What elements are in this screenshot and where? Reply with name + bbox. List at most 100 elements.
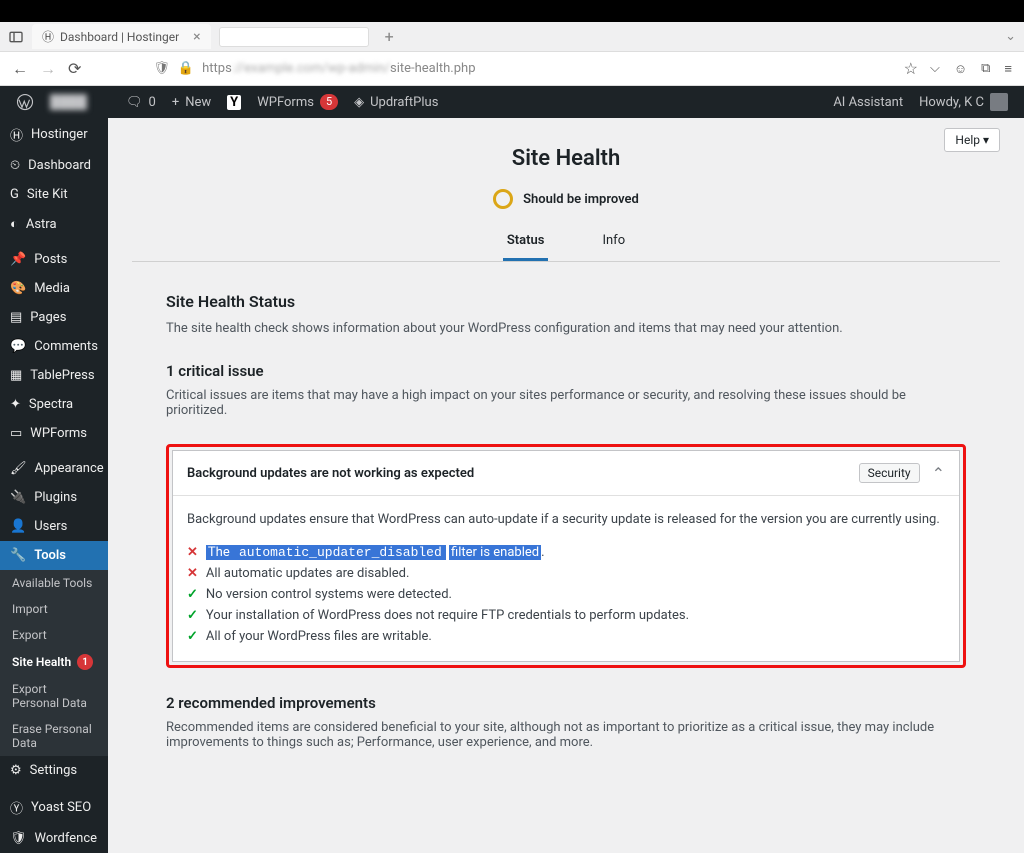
sidebar-item-settings[interactable]: ⚙Settings (0, 756, 108, 785)
hostinger-icon: Ⓗ (10, 125, 23, 144)
card-intro: Background updates ensure that WordPress… (187, 510, 945, 530)
page-title: Site Health (132, 146, 1000, 171)
pocket-icon[interactable]: ⌵ (930, 61, 940, 77)
comments-item[interactable]: 🗨 0 (118, 86, 164, 118)
tab-favicon: Ⓗ (42, 28, 54, 45)
ai-assistant-item[interactable]: AI Assistant (825, 95, 911, 110)
check-text: All of your WordPress files are writable… (206, 629, 432, 644)
sidebar-item-appearance[interactable]: 🖌Appearance (0, 454, 108, 483)
sidebar-item-label: Users (34, 519, 67, 534)
check-item: ✕The automatic_updater_disabled filter i… (187, 542, 945, 563)
sidebar-item-spectra[interactable]: ✦Spectra (0, 390, 108, 419)
check-item: ✓ Your installation of WordPress does not… (187, 605, 945, 626)
critical-card: Background updates are not working as ex… (172, 450, 960, 662)
bookmark-star-icon[interactable]: ☆ (904, 59, 918, 78)
new-item[interactable]: + New (164, 86, 219, 118)
sidebar-item-label: Wordfence (35, 831, 98, 846)
site-name[interactable]: ████ (42, 86, 118, 118)
tab-info[interactable]: Info (598, 223, 629, 261)
sidebar-item-dashboard[interactable]: ⏲Dashboard (0, 151, 108, 180)
check-item: ✓No version control systems were detecte… (187, 584, 945, 605)
wp-admin-bar: ████ 🗨 0 + New Y WPForms 5 ◈ UpdraftPlus… (0, 86, 1024, 118)
plug-icon: 🔌 (10, 490, 26, 505)
submenu-site-health[interactable]: Site Health 1 (0, 648, 108, 676)
check-list: ✕The automatic_updater_disabled filter i… (187, 542, 945, 647)
sidebar-item-wpforms[interactable]: ▭ WPForms (0, 419, 108, 448)
check-text: Your installation of WordPress does not … (206, 608, 689, 623)
submenu-available-tools[interactable]: Available Tools (0, 570, 108, 596)
submenu-erase-personal-data[interactable]: Erase Personal Data (0, 716, 108, 756)
howdy-item[interactable]: Howdy, K C (911, 93, 1016, 111)
check-item: ✓All of your WordPress files are writabl… (187, 626, 945, 647)
avatar (990, 93, 1008, 111)
check-icon: ✓ (187, 587, 198, 602)
sidebar-item-yoast-seo[interactable]: ⓎYoast SEO (0, 791, 108, 824)
sidebar-item-label: Posts (34, 252, 67, 267)
forms-icon: ▭ (10, 426, 22, 441)
sidebar-item-hostinger[interactable]: Ⓗ Hostinger (0, 118, 108, 151)
os-titlebar (0, 0, 1024, 22)
status-desc: The site health check shows information … (166, 321, 966, 336)
dashboard-icon: ⏲ (10, 158, 20, 173)
sidebar-item-label: Plugins (34, 490, 77, 505)
lock-icon: 🔒 (178, 61, 194, 76)
critical-heading: 1 critical issue (166, 362, 966, 380)
pin-icon: 📌 (10, 252, 26, 267)
back-button[interactable]: ← (12, 59, 28, 79)
submenu-export-personal-data[interactable]: Export Personal Data (0, 676, 108, 716)
chevron-up-icon: ⌃ (932, 464, 945, 483)
account-icon[interactable]: ☺ (954, 61, 967, 77)
status-indicator: Should be improved (132, 189, 1000, 209)
extensions-icon[interactable]: ⧉ (981, 61, 990, 77)
sidebar-item-tablepress[interactable]: ▦TablePress (0, 361, 108, 390)
sidebar-item-tools[interactable]: 🔧Tools (0, 541, 108, 570)
forward-button[interactable]: → (40, 59, 56, 79)
reload-button[interactable]: ⟳ (68, 59, 81, 78)
table-icon: ▦ (10, 368, 22, 383)
url-field[interactable]: 🛡 🔒 https://example.com/wp-admin/site-he… (153, 61, 891, 76)
help-tab[interactable]: Help ▾ (944, 128, 1000, 152)
sidebar-item-label: Hostinger (31, 127, 88, 142)
tab-close-icon[interactable]: × (193, 29, 200, 45)
comments-icon: 💬 (10, 339, 26, 354)
sidebar-item-label: Comments (34, 339, 98, 354)
g-icon: G (10, 187, 19, 202)
new-tab-button[interactable]: + (385, 27, 394, 46)
sidebar-item-label: Pages (30, 310, 66, 325)
card-title: Background updates are not working as ex… (187, 466, 859, 481)
sidebar-item-site-kit[interactable]: GSite Kit (0, 180, 108, 209)
sidebar-item-users[interactable]: 👤 Users (0, 512, 108, 541)
sidebar-item-label: Media (34, 281, 70, 296)
yoast-icon: Ⓨ (10, 798, 23, 817)
tab-title: Dashboard | Hostinger (60, 30, 179, 44)
sidebar-item-wordfence[interactable]: 🛡Wordfence (0, 824, 108, 853)
card-header[interactable]: Background updates are not working as ex… (173, 451, 959, 496)
users-icon: 👤 (10, 519, 26, 534)
submenu-import[interactable]: Import (0, 596, 108, 622)
sidebar-item-label: Astra (26, 217, 57, 232)
status-text: Should be improved (523, 192, 639, 207)
browser-tab-active[interactable]: Ⓗ Dashboard | Hostinger × (32, 24, 211, 49)
wpforms-item[interactable]: WPForms 5 (249, 86, 346, 118)
badge: 1 (77, 654, 93, 670)
blank-tab[interactable] (219, 27, 369, 47)
sidebar-item-comments[interactable]: 💬 Comments (0, 332, 108, 361)
wp-logo[interactable] (8, 86, 42, 118)
sidebar-item-plugins[interactable]: 🔌 Plugins (0, 483, 108, 512)
url-text: https://example.com/wp-admin/site-health… (202, 61, 475, 76)
updraft-item[interactable]: ◈ UpdraftPlus (346, 86, 446, 118)
sidebar-item-media[interactable]: 🎨Media (0, 274, 108, 303)
check-icon: ✓ (187, 608, 198, 623)
tab-status[interactable]: Status (503, 223, 549, 261)
sidebar-toggle-icon[interactable] (8, 29, 24, 45)
critical-desc: Critical issues are items that may have … (166, 388, 966, 418)
sidebar-item-posts[interactable]: 📌 Posts (0, 245, 108, 274)
submenu-export[interactable]: Export (0, 622, 108, 648)
tabs-overflow-icon[interactable]: ⌄ (1005, 29, 1016, 44)
sidebar-item-label: WPForms (30, 426, 87, 441)
sidebar-item-pages[interactable]: ▤Pages (0, 303, 108, 332)
yoast-item[interactable]: Y (219, 86, 249, 118)
sidebar-item-astra[interactable]: ◐Astra (0, 209, 108, 239)
menu-icon[interactable]: ≡ (1004, 61, 1012, 77)
status-heading: Site Health Status (166, 292, 966, 311)
